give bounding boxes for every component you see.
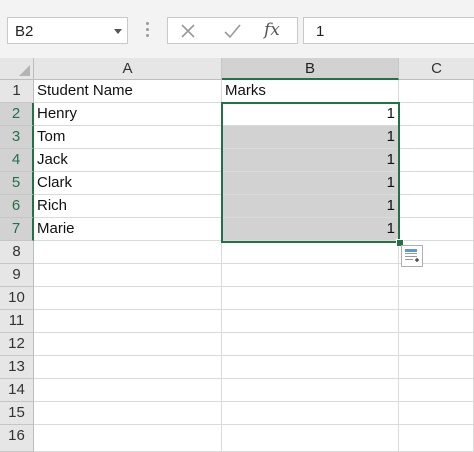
cell-c14[interactable] <box>399 379 474 402</box>
cell-b8[interactable] <box>222 241 399 264</box>
cell-a1[interactable]: Student Name <box>34 80 222 103</box>
cell-b2[interactable]: 1 <box>222 103 399 126</box>
column-header-c[interactable]: C <box>399 58 474 80</box>
select-all-button[interactable] <box>0 58 34 80</box>
name-box-value: B2 <box>15 23 34 40</box>
cell-a8[interactable] <box>34 241 222 264</box>
close-icon[interactable] <box>174 20 202 42</box>
formula-bar: B2 fx 1 <box>0 0 474 58</box>
cell-a4[interactable]: Jack <box>34 149 222 172</box>
row-header-2[interactable]: 2 <box>0 103 34 126</box>
cell-a12[interactable] <box>34 333 222 356</box>
cell-a6[interactable]: Rich <box>34 195 222 218</box>
cell-b14[interactable] <box>222 379 399 402</box>
name-box[interactable]: B2 <box>7 17 128 44</box>
cell-c2[interactable] <box>399 103 474 126</box>
cell-b3[interactable]: 1 <box>222 126 399 149</box>
row-header-7[interactable]: 7 <box>0 218 34 241</box>
row-header-13[interactable]: 13 <box>0 356 34 379</box>
cell-a7[interactable]: Marie <box>34 218 222 241</box>
row-header-16[interactable]: 16 <box>0 425 34 452</box>
row-header-10[interactable]: 10 <box>0 287 34 310</box>
cell-b10[interactable] <box>222 287 399 310</box>
row-header-12[interactable]: 12 <box>0 333 34 356</box>
cell-c15[interactable] <box>399 402 474 425</box>
insert-function-button[interactable]: fx <box>264 19 292 41</box>
cell-a13[interactable] <box>34 356 222 379</box>
cell-c3[interactable] <box>399 126 474 149</box>
row-header-11[interactable]: 11 <box>0 310 34 333</box>
row-header-9[interactable]: 9 <box>0 264 34 287</box>
cell-c11[interactable] <box>399 310 474 333</box>
cell-b16[interactable] <box>222 425 399 452</box>
cell-a9[interactable] <box>34 264 222 287</box>
cell-a10[interactable] <box>34 287 222 310</box>
formula-input[interactable]: 1 <box>303 17 474 44</box>
fx-label: fx <box>264 20 280 40</box>
cell-a11[interactable] <box>34 310 222 333</box>
row-header-4[interactable]: 4 <box>0 149 34 172</box>
row-header-6[interactable]: 6 <box>0 195 34 218</box>
cell-c6[interactable] <box>399 195 474 218</box>
cell-b9[interactable] <box>222 264 399 287</box>
chevron-down-icon[interactable] <box>114 29 122 34</box>
cell-c13[interactable] <box>399 356 474 379</box>
formula-bar-resize-handle[interactable] <box>146 22 150 38</box>
formula-bar-buttons: fx <box>167 17 298 44</box>
cell-a14[interactable] <box>34 379 222 402</box>
cell-c12[interactable] <box>399 333 474 356</box>
cell-b11[interactable] <box>222 310 399 333</box>
cell-a16[interactable] <box>34 425 222 452</box>
column-header-a[interactable]: A <box>34 58 222 80</box>
cell-b7[interactable]: 1 <box>222 218 399 241</box>
cell-c16[interactable] <box>399 425 474 452</box>
cell-c4[interactable] <box>399 149 474 172</box>
cell-a5[interactable]: Clark <box>34 172 222 195</box>
cell-c5[interactable] <box>399 172 474 195</box>
cell-b6[interactable]: 1 <box>222 195 399 218</box>
row-header-5[interactable]: 5 <box>0 172 34 195</box>
cell-b1[interactable]: Marks <box>222 80 399 103</box>
cell-b13[interactable] <box>222 356 399 379</box>
formula-value: 1 <box>316 23 325 40</box>
column-header-b[interactable]: B <box>222 58 399 80</box>
cell-b5[interactable]: 1 <box>222 172 399 195</box>
quick-analysis-icon[interactable] <box>401 245 423 267</box>
row-header-1[interactable]: 1 <box>0 80 34 103</box>
cell-c10[interactable] <box>399 287 474 310</box>
row-header-8[interactable]: 8 <box>0 241 34 264</box>
cell-b15[interactable] <box>222 402 399 425</box>
row-header-14[interactable]: 14 <box>0 379 34 402</box>
row-header-3[interactable]: 3 <box>0 126 34 149</box>
cell-c1[interactable] <box>399 80 474 103</box>
cell-b4[interactable]: 1 <box>222 149 399 172</box>
cell-b12[interactable] <box>222 333 399 356</box>
cell-a3[interactable]: Tom <box>34 126 222 149</box>
cell-a2[interactable]: Henry <box>34 103 222 126</box>
cell-c7[interactable] <box>399 218 474 241</box>
cell-a15[interactable] <box>34 402 222 425</box>
row-header-15[interactable]: 15 <box>0 402 34 425</box>
check-icon[interactable] <box>218 20 246 42</box>
